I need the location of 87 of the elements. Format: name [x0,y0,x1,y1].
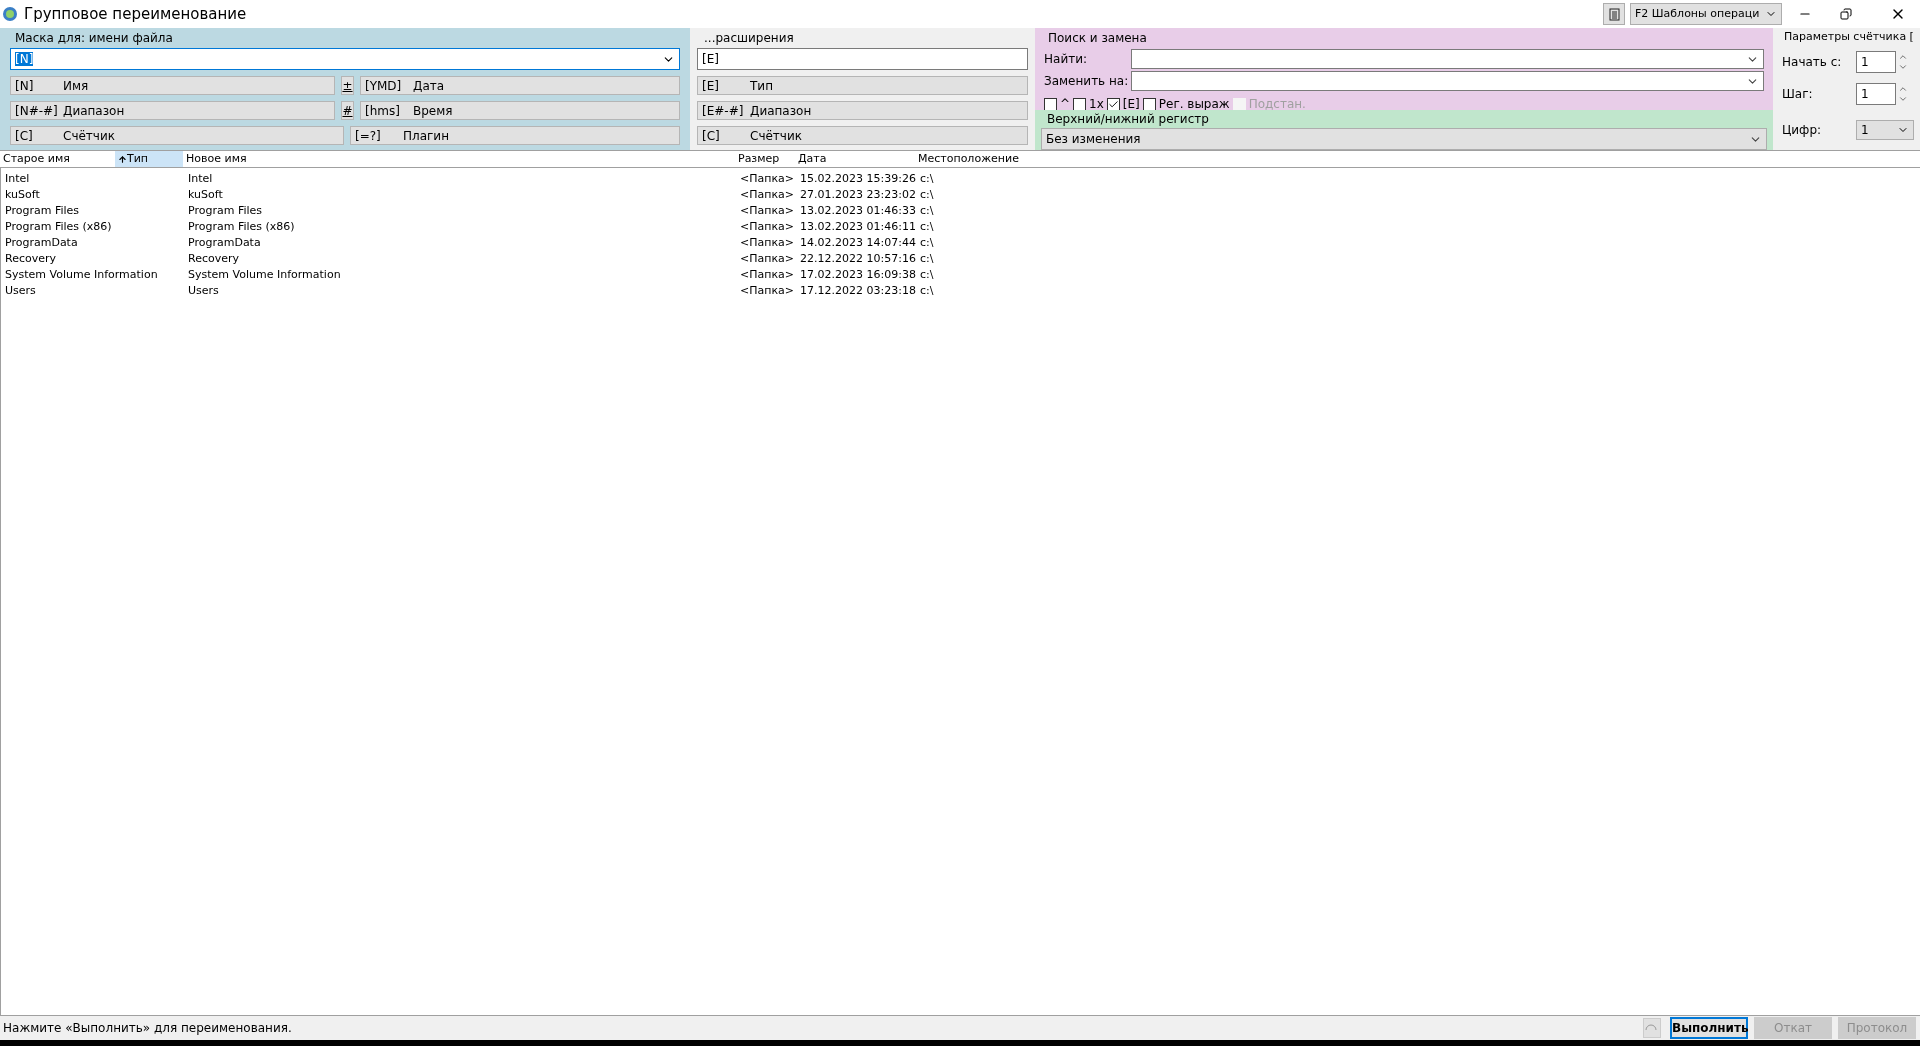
table-cell: Program Files [5,203,80,217]
mask-label: Маска для: имени файла [14,30,174,47]
mask-button[interactable]: [N#-#] Диапазон [10,101,335,120]
table-cell: Intel [188,171,213,185]
checkmark-icon [1107,98,1119,110]
window-title: Групповое переименование [24,3,247,25]
find-label: Найти: [1044,51,1088,68]
status-message: Нажмите «Выполнить» для переименования. [3,1020,293,1037]
insert-button[interactable]: # [341,101,354,120]
insert-button[interactable]: ± [341,76,354,95]
option-checkbox[interactable]: ^ [1044,95,1071,113]
table-cell: <Папка> [740,235,795,249]
table-cell: 13.02.2023 01:46:11 [800,219,916,233]
table-cell: Recovery [188,251,239,265]
step-field[interactable]: 1 [1856,82,1896,105]
table-cell: Users [5,283,36,297]
column-header[interactable]: Местоположение [915,151,1115,167]
table-cell: <Папка> [740,219,795,233]
table-cell: kuSoft [5,187,40,201]
clipboard-icon[interactable] [1603,3,1625,25]
start-label: Начать с: [1782,53,1843,71]
digits-dropdown[interactable]: 1 [1856,119,1914,140]
table-cell: Program Files (x86) [5,219,112,233]
mask-button[interactable]: [hms] Время [360,101,680,120]
app-logo-icon [2,6,18,22]
mask-button[interactable]: [E#-#] Диапазон [697,101,1028,120]
table-cell: Intel [5,171,30,185]
restore-icon[interactable] [1840,8,1852,20]
table-cell: 13.02.2023 01:46:33 [800,203,916,217]
column-header[interactable]: Дата [795,151,915,167]
column-header[interactable]: Новое имя [183,151,735,167]
digits-label: Цифр: [1782,121,1823,139]
table-cell: Program Files [188,203,263,217]
option-checkbox[interactable]: Рег. выраж [1142,95,1230,113]
table-cell: System Volume Information [5,267,158,281]
table-cell: c:\ [920,187,934,201]
table-cell: <Папка> [740,251,795,265]
mask-button[interactable]: [C] Счётчик [697,126,1028,145]
table-cell: Program Files (x86) [188,219,295,233]
table-cell: c:\ [920,267,934,281]
mask-button[interactable]: [YMD] Дата [360,76,680,95]
column-header[interactable]: Размер [735,151,795,167]
table-cell: kuSoft [188,187,223,201]
mask-button[interactable]: [C] Счётчик [10,126,344,145]
table-cell: <Папка> [740,267,795,281]
table-cell: System Volume Information [188,267,341,281]
case-dropdown[interactable]: Без изменения [1041,128,1767,150]
extension-label: ...расширения [703,30,795,47]
table-cell: <Папка> [740,283,795,297]
mask-field[interactable]: [N] [10,48,680,70]
table-cell: c:\ [920,171,934,185]
search-label: Поиск и замена [1047,30,1148,47]
table-cell: <Папка> [740,187,795,201]
table-cell: ProgramData [188,235,261,249]
table-cell: ProgramData [5,235,78,249]
templates-dropdown[interactable]: F2 Шаблоны операци [1630,3,1782,25]
extension-field[interactable]: [E] [697,48,1028,70]
table-cell: <Папка> [740,203,795,217]
column-header[interactable]: Старое имя [0,151,115,167]
table-cell: 17.12.2022 03:23:18 [800,283,916,297]
table-cell: c:\ [920,219,934,233]
table-cell: c:\ [920,251,934,265]
table-cell: 27.01.2023 23:23:02 [800,187,916,201]
table-cell: 17.02.2023 16:09:38 [800,267,916,281]
table-cell: c:\ [920,235,934,249]
table-cell: Recovery [5,251,56,265]
counter-label: Параметры счётчика [ [1783,29,1915,45]
start-field[interactable]: 1 [1856,50,1896,73]
column-header[interactable]: Тип [115,151,183,167]
case-label: Верхний/нижний регистр [1046,111,1210,128]
table-cell: 22.12.2022 10:57:16 [800,251,916,265]
replace-field[interactable] [1131,71,1764,91]
table-cell: 15.02.2023 15:39:26 [800,171,916,185]
replace-label: Заменить на: [1044,73,1130,90]
table-cell: Users [188,283,219,297]
table-cell: c:\ [920,203,934,217]
option-checkbox[interactable]: 1x [1073,95,1104,113]
step-label: Шаг: [1782,85,1814,103]
sort-arrow-icon [118,154,127,164]
table-cell: c:\ [920,283,934,297]
table-cell: <Папка> [740,171,795,185]
mask-button[interactable]: [E] Тип [697,76,1028,95]
mask-button[interactable]: [=?] Плагин [350,126,680,145]
table-cell: 14.02.2023 14:07:44 [800,235,916,249]
option-checkbox[interactable]: [E] [1106,95,1140,113]
find-field[interactable] [1131,49,1764,69]
mask-button[interactable]: [N] Имя [10,76,335,95]
